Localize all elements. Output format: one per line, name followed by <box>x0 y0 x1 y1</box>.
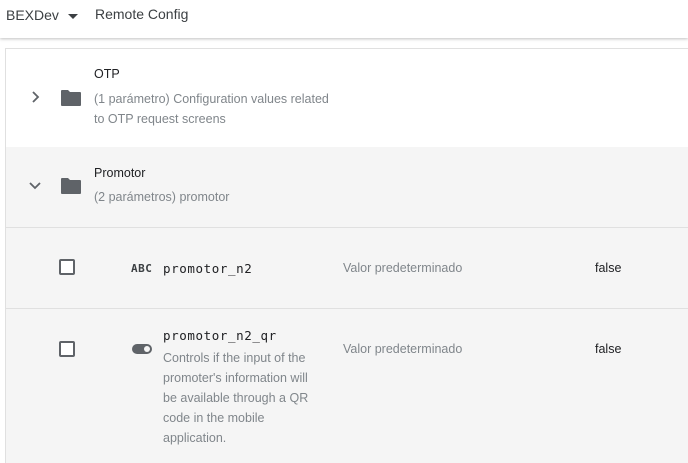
parameter-group-otp[interactable]: OTP (1 parámetro) Configuration values r… <box>6 49 688 148</box>
dropdown-caret-icon <box>67 13 78 19</box>
parameter-value[interactable]: false <box>595 342 621 356</box>
row-checkbox[interactable] <box>59 259 75 275</box>
parameter-row[interactable]: ABC promotor_n2 Valor predeterminado fal… <box>6 228 688 309</box>
parameter-condition: Valor predeterminado <box>343 261 463 275</box>
parameter-name: promotor_n2_qr <box>163 328 277 343</box>
boolean-toggle-icon <box>132 344 152 354</box>
folder-icon <box>61 90 81 106</box>
parameter-value[interactable]: false <box>595 261 621 275</box>
parameter-name: promotor_n2 <box>163 261 253 276</box>
group-name: OTP <box>94 67 120 81</box>
chevron-right-icon[interactable] <box>28 90 42 104</box>
group-description: (2 parámetros) promotor <box>94 190 230 204</box>
parameter-description: Controls if the input of the promoter's … <box>163 351 309 445</box>
parameter-row[interactable]: promotor_n2_qr Controls if the input of … <box>6 309 688 463</box>
parameters-list: OTP (1 parámetro) Configuration values r… <box>5 48 688 463</box>
parameter-condition: Valor predeterminado <box>343 342 463 356</box>
project-name: BEXDev <box>6 7 59 23</box>
group-description: (1 parámetro) Configuration values relat… <box>94 92 329 126</box>
project-selector[interactable]: BEXDev <box>6 4 78 26</box>
folder-icon <box>61 178 81 194</box>
parameter-group-promotor[interactable]: Promotor (2 parámetros) promotor <box>6 147 688 228</box>
group-name: Promotor <box>94 166 146 180</box>
top-app-bar: BEXDev Remote Config <box>0 0 688 38</box>
string-type-icon: ABC <box>131 262 153 275</box>
row-checkbox[interactable] <box>59 341 75 357</box>
chevron-down-icon[interactable] <box>28 178 42 192</box>
page-title: Remote Config <box>95 6 189 22</box>
